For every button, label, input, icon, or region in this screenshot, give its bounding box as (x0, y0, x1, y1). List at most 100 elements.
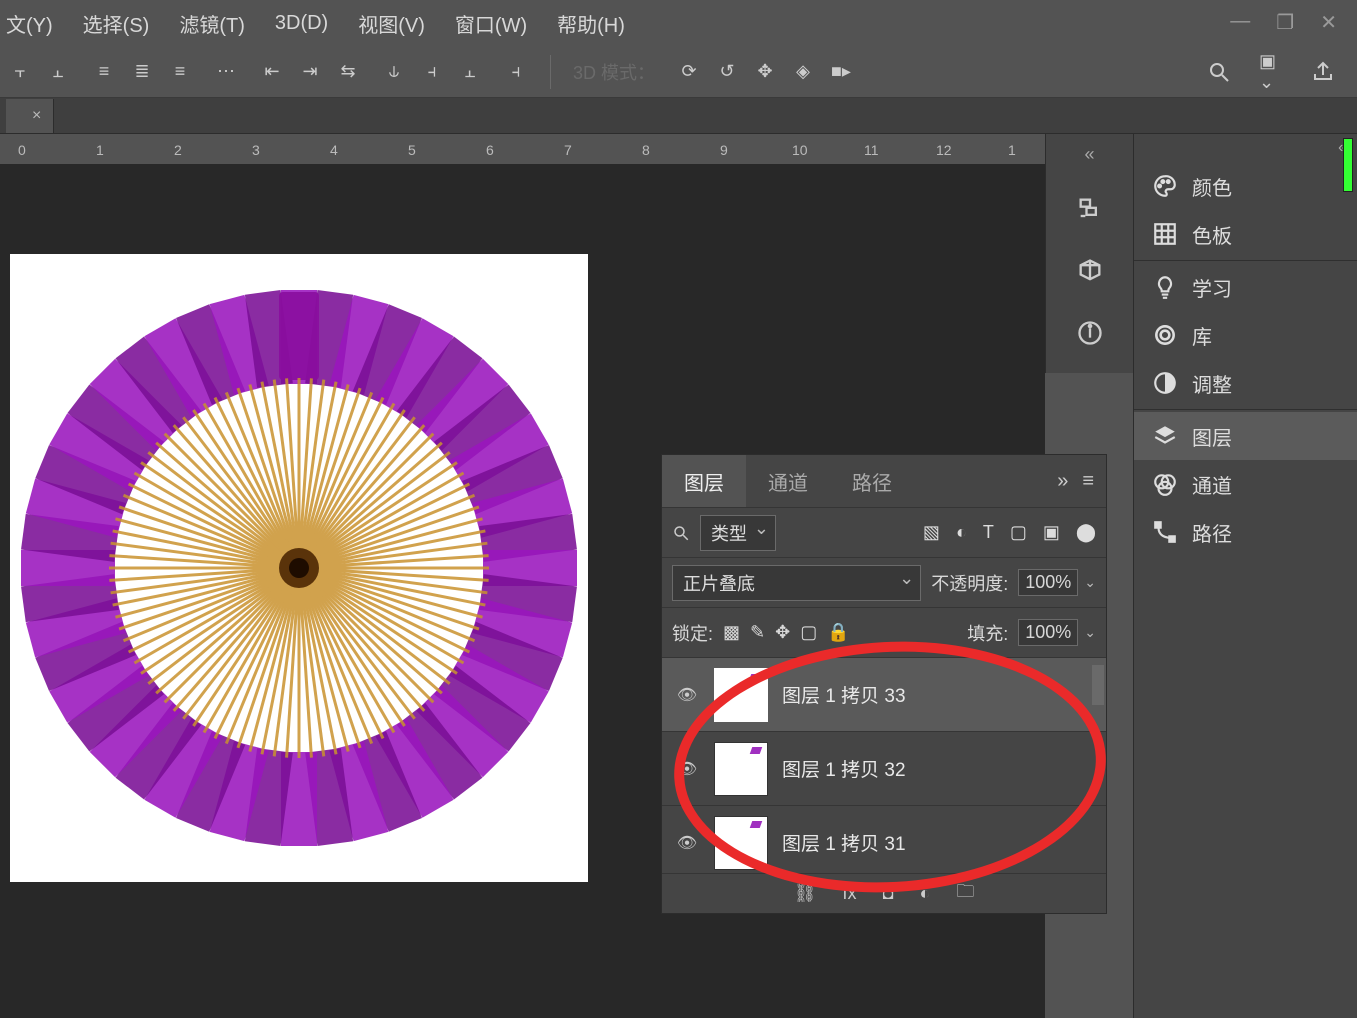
panel-label: 图层 (1192, 422, 1232, 451)
3d-pan-icon[interactable]: ✥ (753, 60, 777, 84)
filter-smart-icon[interactable]: ▣ (1043, 522, 1060, 543)
layer-thumbnail[interactable] (714, 668, 768, 722)
more-icon[interactable]: ⋯ (214, 60, 238, 84)
menu-select[interactable]: 选择(S) (83, 9, 150, 38)
collapse-icon[interactable]: « (1084, 144, 1094, 165)
opacity-value[interactable]: 100% (1018, 569, 1078, 596)
scrollbar[interactable] (1092, 665, 1104, 705)
chevron-down-icon[interactable]: ⌄ (1084, 574, 1096, 591)
canvas[interactable] (10, 254, 588, 882)
menu-window[interactable]: 窗口(W) (455, 9, 527, 38)
panel-libraries[interactable]: 库 (1134, 311, 1357, 359)
filter-type-select[interactable]: 类型 (700, 515, 776, 551)
panel-learn[interactable]: 学习 (1134, 263, 1357, 311)
paths-icon (1152, 519, 1178, 545)
panel-menu-icon[interactable]: ≡ (1082, 470, 1094, 493)
expand-icon[interactable]: » (1057, 470, 1068, 493)
filter-pixel-icon[interactable]: ▧ (923, 522, 940, 543)
tab-layers[interactable]: 图层 (662, 455, 746, 507)
3d-roll-icon[interactable]: ↺ (715, 60, 739, 84)
filter-adjust-icon[interactable]: ◐ (956, 522, 967, 543)
lock-all-icon[interactable]: 🔒 (827, 622, 849, 643)
layer-row[interactable]: 👁 图层 1 拷贝 33 (662, 657, 1106, 731)
panel-layers[interactable]: 图层 (1134, 412, 1357, 460)
layer-name[interactable]: 图层 1 拷贝 31 (782, 829, 906, 856)
menu-filter[interactable]: 滤镜(T) (179, 9, 245, 38)
properties-panel-icon[interactable] (1072, 315, 1108, 351)
align-left-icon[interactable]: ⫟ (8, 60, 32, 84)
layer-fx-icon[interactable]: fx (843, 883, 857, 904)
minimize-button[interactable]: — (1230, 10, 1250, 35)
3d-camera-icon[interactable]: ■▸ (829, 60, 853, 84)
filter-text-icon[interactable]: T (983, 522, 994, 543)
distribute-v1-icon[interactable]: ⫝ (382, 60, 406, 84)
lock-label: 锁定: (672, 620, 713, 646)
tab-paths[interactable]: 路径 (830, 455, 914, 507)
blend-opacity-row: 正片叠底 不透明度: 100% ⌄ (662, 557, 1106, 607)
layer-list: 👁 图层 1 拷贝 33 👁 图层 1 拷贝 32 👁 图层 1 拷贝 31 (662, 657, 1106, 873)
maximize-button[interactable]: ❐ (1276, 10, 1294, 35)
spacing-icon[interactable]: ⫞ (504, 60, 528, 84)
distribute-v3-icon[interactable]: ⫠ (458, 60, 482, 84)
screen-mode-icon[interactable]: ▣ ⌄ (1259, 60, 1283, 84)
panel-label: 调整 (1192, 369, 1232, 398)
menu-help[interactable]: 帮助(H) (557, 9, 625, 38)
lock-paint-icon[interactable]: ✎ (750, 622, 765, 643)
align-h2-icon[interactable]: ≣ (130, 60, 154, 84)
layer-name[interactable]: 图层 1 拷贝 33 (782, 681, 906, 708)
layer-row[interactable]: 👁 图层 1 拷贝 31 (662, 805, 1106, 873)
search-icon[interactable] (672, 524, 690, 542)
fill-value[interactable]: 100% (1018, 619, 1078, 646)
menu-view[interactable]: 视图(V) (358, 9, 425, 38)
3d-panel-icon[interactable] (1072, 253, 1108, 289)
layer-mask-icon[interactable]: ◘ (883, 883, 894, 904)
3d-slide-icon[interactable]: ◈ (791, 60, 815, 84)
3d-mode-label: 3D 模式： (573, 59, 655, 85)
3d-orbit-icon[interactable]: ⟳ (677, 60, 701, 84)
panel-adjustments[interactable]: 调整 (1134, 359, 1357, 407)
visibility-toggle-icon[interactable]: 👁 (674, 833, 700, 853)
panel-paths[interactable]: 路径 (1134, 508, 1357, 556)
separator (550, 55, 551, 89)
lock-artboard-icon[interactable]: ▢ (800, 622, 817, 643)
search-icon[interactable] (1207, 60, 1231, 84)
blend-mode-select[interactable]: 正片叠底 (672, 565, 921, 601)
align-h1-icon[interactable]: ≡ (92, 60, 116, 84)
close-button[interactable]: ✕ (1320, 10, 1337, 35)
distribute-h3-icon[interactable]: ⇆ (336, 60, 360, 84)
distribute-h2-icon[interactable]: ⇥ (298, 60, 322, 84)
align-h3-icon[interactable]: ≡ (168, 60, 192, 84)
new-group-icon[interactable]: 🗀 (956, 879, 974, 909)
menu-3d[interactable]: 3D(D) (275, 12, 328, 35)
layer-name[interactable]: 图层 1 拷贝 32 (782, 755, 906, 782)
layer-thumbnail[interactable] (714, 742, 768, 796)
adjustment-layer-icon[interactable]: ◐ (919, 883, 930, 904)
visibility-toggle-icon[interactable]: 👁 (674, 759, 700, 779)
layer-thumbnail[interactable] (714, 816, 768, 870)
collapse-icon[interactable]: « (1134, 134, 1357, 162)
history-panel-icon[interactable] (1072, 191, 1108, 227)
distribute-h1-icon[interactable]: ⇤ (260, 60, 284, 84)
filter-shape-icon[interactable]: ▢ (1010, 522, 1027, 543)
lock-transparency-icon[interactable]: ▩ (723, 622, 740, 643)
menu-file[interactable]: 文(Y) (6, 9, 53, 38)
document-tab[interactable]: × (6, 99, 54, 133)
share-icon[interactable] (1311, 60, 1335, 84)
channels-icon (1152, 471, 1178, 497)
chevron-down-icon[interactable]: ⌄ (1084, 624, 1096, 641)
options-bar: ⫟ ⫠ ≡ ≣ ≡ ⋯ ⇤ ⇥ ⇆ ⫝ ⫞ ⫠ ⫞ 3D 模式： ⟳ ↺ ✥ ◈… (0, 46, 1357, 98)
ruler-mark: 10 (792, 142, 808, 158)
panel-channels[interactable]: 通道 (1134, 460, 1357, 508)
visibility-toggle-icon[interactable]: 👁 (674, 685, 700, 705)
link-layers-icon[interactable]: ⛓ (794, 883, 817, 904)
panel-swatches[interactable]: 色板 (1134, 210, 1357, 258)
lock-fill-row: 锁定: ▩ ✎ ✥ ▢ 🔒 填充: 100% ⌄ (662, 607, 1106, 657)
lock-position-icon[interactable]: ✥ (775, 622, 790, 643)
filter-toggle-icon[interactable]: ⬤ (1076, 522, 1096, 543)
distribute-v2-icon[interactable]: ⫞ (420, 60, 444, 84)
align-top-icon[interactable]: ⫠ (46, 60, 70, 84)
layer-row[interactable]: 👁 图层 1 拷贝 32 (662, 731, 1106, 805)
panel-color[interactable]: 颜色 (1134, 162, 1357, 210)
tab-close-icon[interactable]: × (32, 107, 41, 125)
tab-channels[interactable]: 通道 (746, 455, 830, 507)
